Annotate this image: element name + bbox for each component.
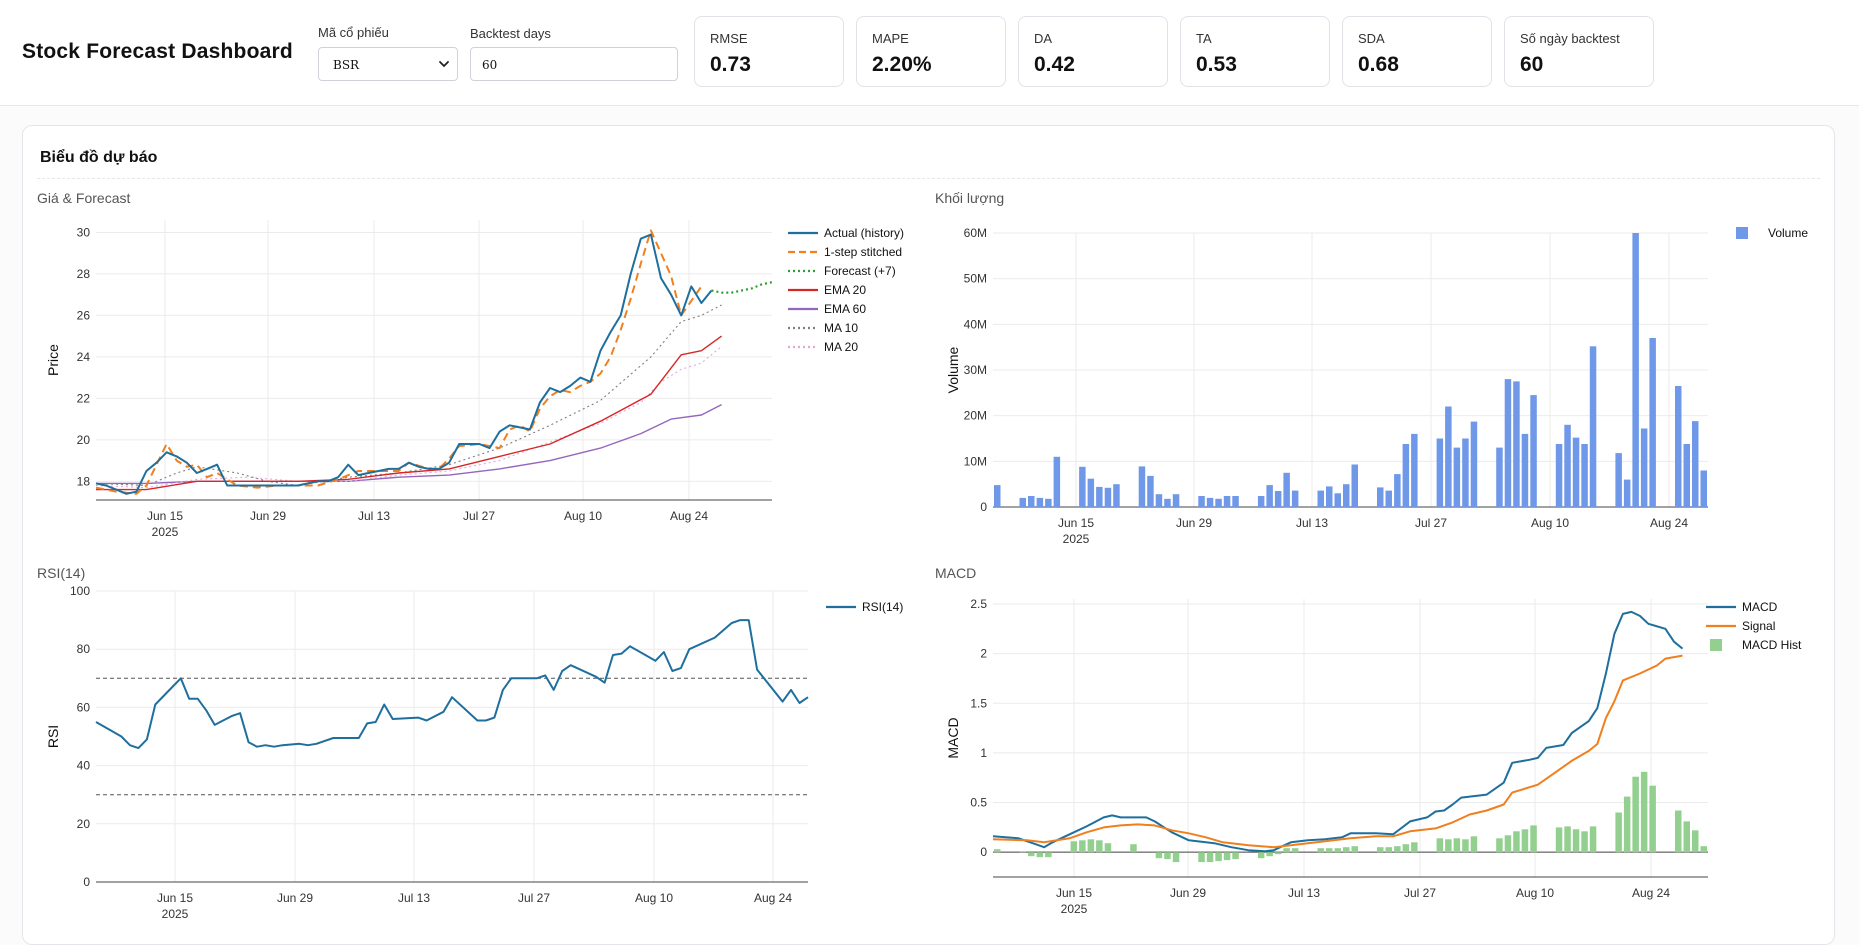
- macd-chart-title: MACD: [935, 565, 977, 581]
- volume-chart-title: Khối lượng: [935, 190, 1005, 206]
- panel-divider: [37, 178, 1820, 179]
- ticker-select-value: BSR: [333, 58, 360, 72]
- rsi-chart-title: RSI(14): [37, 565, 86, 581]
- metric-value: 60: [1520, 53, 1544, 76]
- ticker-label: Mã cổ phiếu: [318, 25, 389, 40]
- ticker-select[interactable]: BSR: [318, 47, 458, 81]
- metric-card-da: DA 0.42: [1018, 16, 1168, 87]
- metric-card-mape: MAPE 2.20%: [856, 16, 1006, 87]
- top-bar: Stock Forecast Dashboard Mã cổ phiếu BSR…: [0, 0, 1859, 106]
- metric-label: RMSE: [710, 31, 748, 46]
- metric-label: Số ngày backtest: [1520, 31, 1620, 46]
- metric-card-rmse: RMSE 0.73: [694, 16, 844, 87]
- metric-label: SDA: [1358, 31, 1385, 46]
- metric-value: 0.68: [1358, 53, 1399, 76]
- price-chart-title: Giá & Forecast: [37, 190, 131, 206]
- app-title: Stock Forecast Dashboard: [22, 40, 293, 63]
- metric-label: MAPE: [872, 31, 909, 46]
- panel-title: Biểu đồ dự báo: [40, 149, 158, 166]
- metric-value: 0.53: [1196, 53, 1237, 76]
- metric-card-ta: TA 0.53: [1180, 16, 1330, 87]
- metric-card-backtest-days: Số ngày backtest 60: [1504, 16, 1654, 87]
- chevron-down-icon: [439, 61, 449, 67]
- backtest-days-input[interactable]: 60: [470, 47, 678, 81]
- metric-label: DA: [1034, 31, 1053, 46]
- metric-value: 0.42: [1034, 53, 1075, 76]
- metric-value: 2.20%: [872, 53, 932, 76]
- metric-label: TA: [1196, 31, 1212, 46]
- metric-value: 0.73: [710, 53, 751, 76]
- backtest-days-label: Backtest days: [470, 26, 551, 41]
- forecast-panel: Biểu đồ dự báo: [22, 125, 1835, 945]
- metric-card-sda: SDA 0.68: [1342, 16, 1492, 87]
